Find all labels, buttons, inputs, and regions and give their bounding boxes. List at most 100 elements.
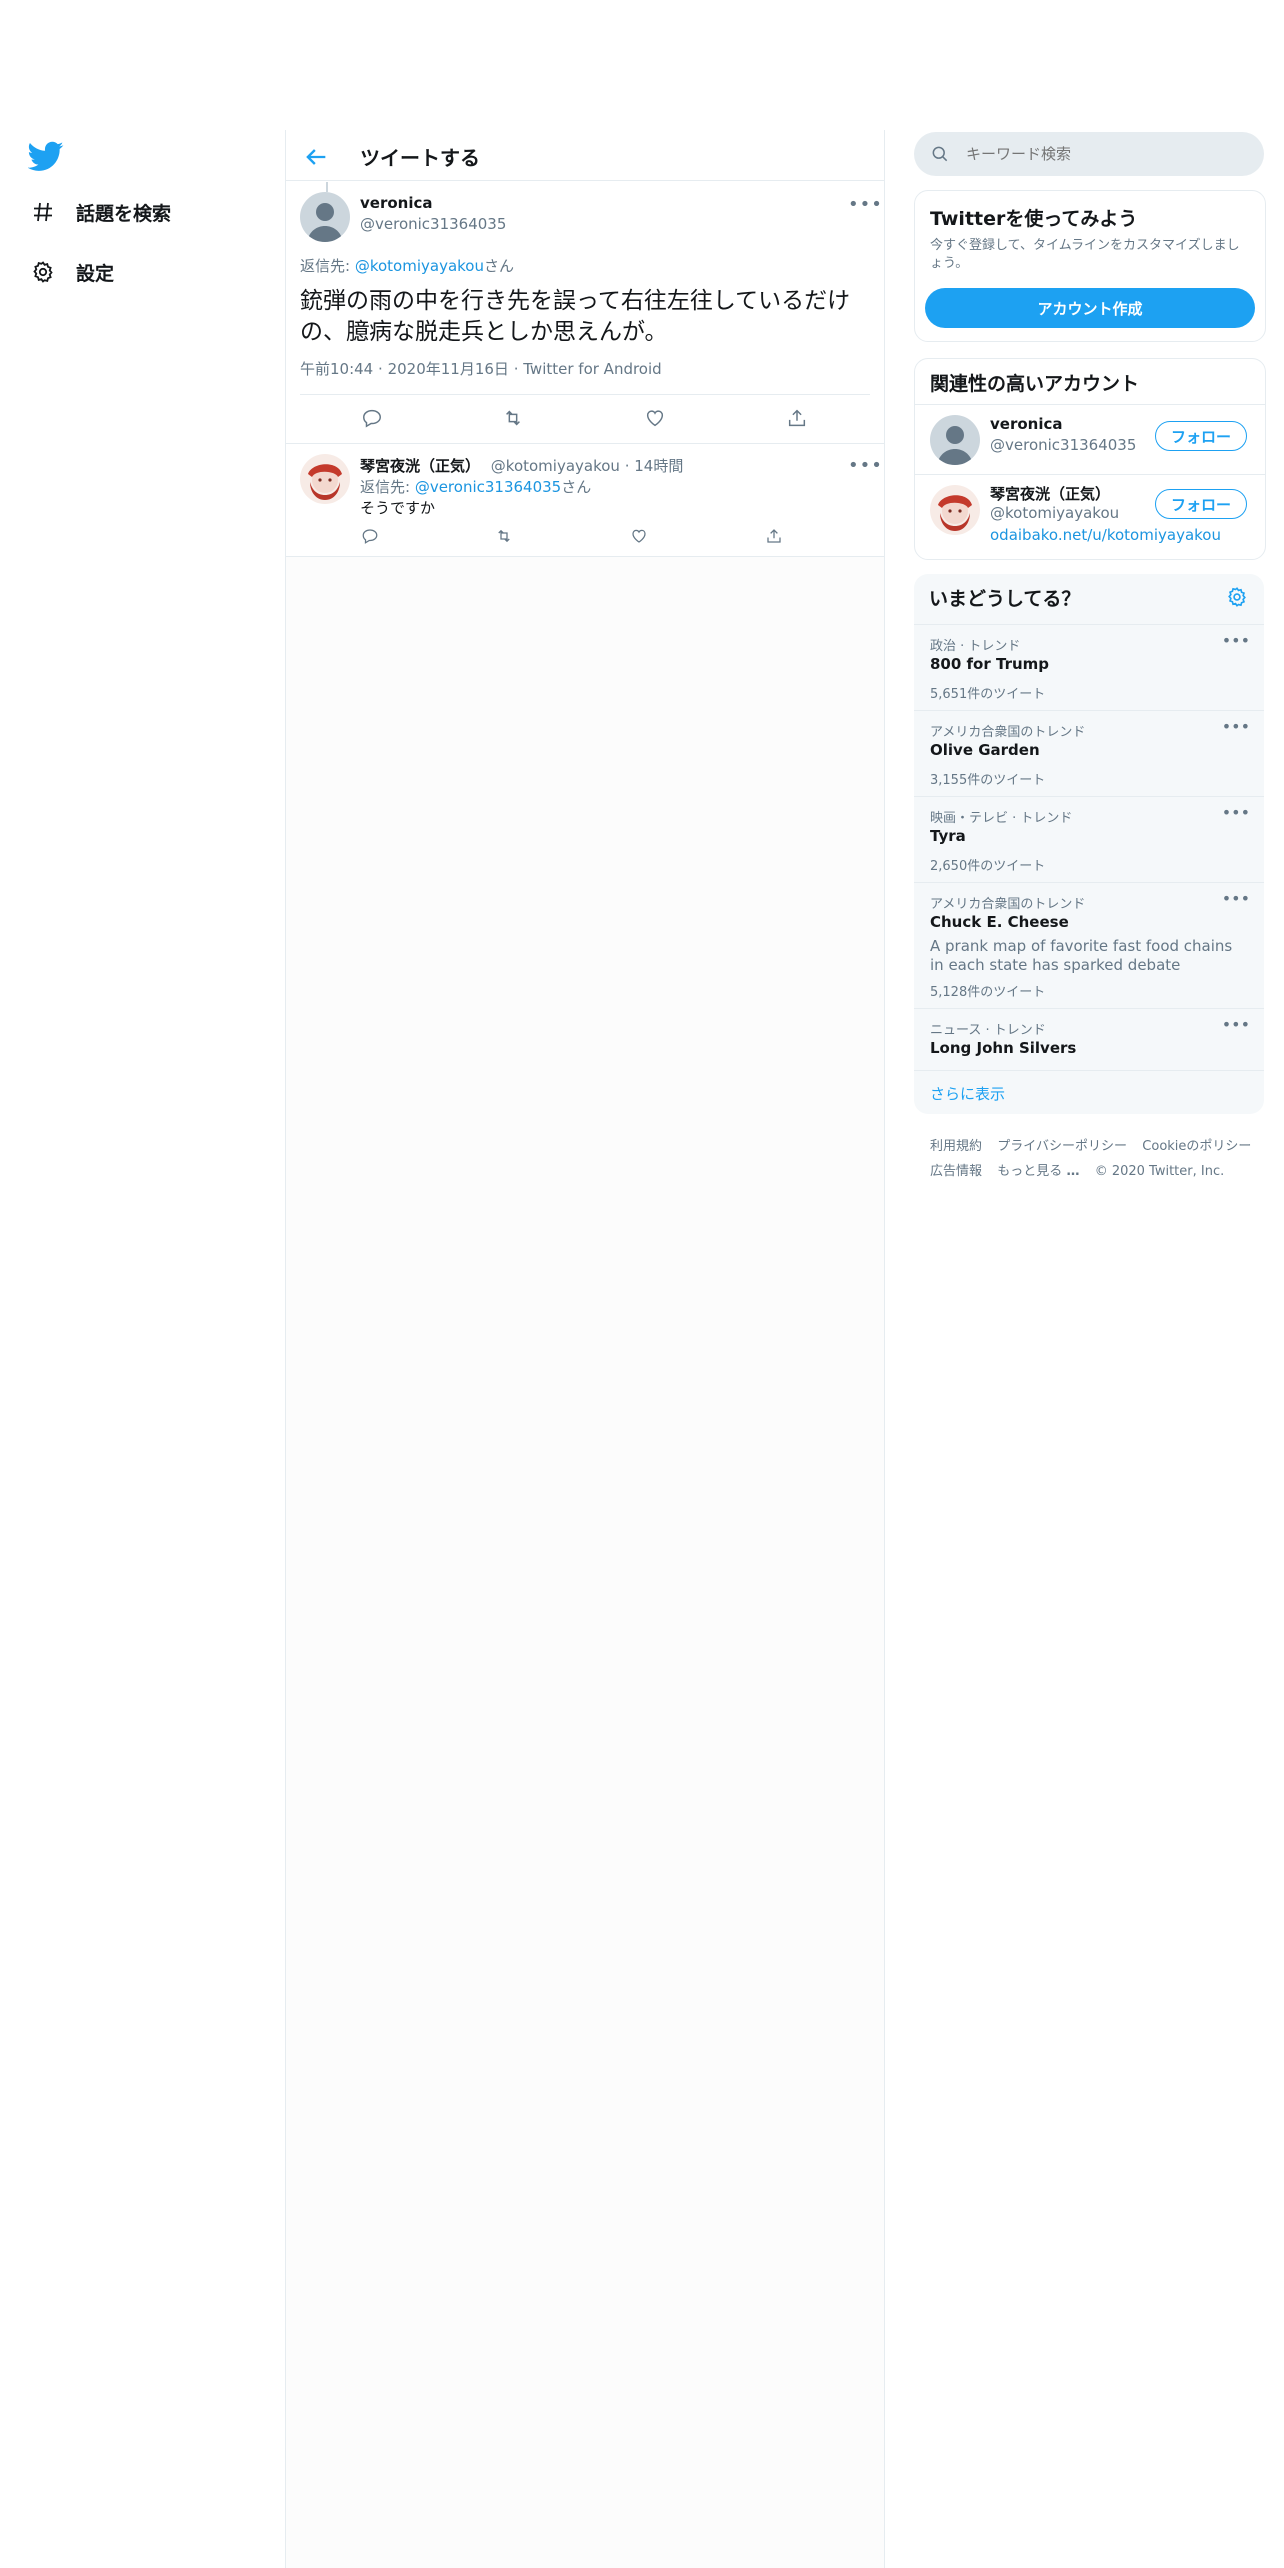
footer-privacy[interactable]: プライバシーポリシー (997, 1139, 1127, 1154)
follow-button[interactable]: フォロー (1155, 421, 1247, 451)
signup-button[interactable]: アカウント作成 (925, 288, 1255, 328)
like-icon[interactable] (625, 522, 653, 550)
account-name[interactable]: veronica (990, 415, 1063, 433)
gear-icon[interactable] (1226, 586, 1250, 610)
avatar[interactable] (300, 192, 350, 242)
tweet-source[interactable]: Twitter for Android (523, 360, 661, 378)
trend-item[interactable]: アメリカ合衆国のトレンド Olive Garden 3,155件のツイート ••… (914, 710, 1264, 797)
more-icon[interactable]: ••• (848, 455, 883, 476)
tweet-meta: 午前10:44 · 2020年11月16日 · Twitter for Andr… (300, 358, 662, 379)
nav-item-label: 話題を検索 (76, 202, 172, 225)
search-box[interactable] (914, 132, 1264, 176)
tweet-date[interactable]: 2020年11月16日 (388, 360, 509, 378)
more-icon[interactable]: ••• (1222, 631, 1250, 650)
footer-more[interactable]: もっと見る … (997, 1164, 1079, 1179)
more-icon[interactable]: ••• (1222, 889, 1250, 908)
footer-terms[interactable]: 利用規約 (930, 1139, 982, 1154)
nav-item-settings[interactable]: 設定 (28, 248, 114, 296)
signup-card: Twitterを使ってみよう 今すぐ登録して、タイムラインをカスタマイズしましょ… (914, 190, 1266, 342)
trend-name: 800 for Trump (930, 655, 1050, 673)
reply-prefix: 返信先: (360, 478, 415, 496)
trend-item[interactable]: アメリカ合衆国のトレンド Chuck E. Cheese A prank map… (914, 882, 1264, 1009)
author-handle[interactable]: @veronic31364035 (360, 215, 506, 233)
search-icon (930, 144, 950, 164)
trend-item[interactable]: 政治 · トレンド 800 for Trump 5,651件のツイート ••• (914, 624, 1264, 711)
divider (300, 394, 870, 395)
search-input[interactable] (964, 144, 1248, 164)
signup-desc: 今すぐ登録して、タイムラインをカスタマイズしましょう。 (930, 238, 1240, 271)
trend-count: 3,155件のツイート (930, 773, 1046, 788)
trend-description: A prank map of favorite fast food chains… (930, 937, 1233, 974)
gear-icon (28, 257, 58, 287)
follow-button[interactable]: フォロー (1155, 489, 1247, 519)
footer-more-dots: … (1066, 1164, 1080, 1179)
hashtag-icon (28, 197, 58, 227)
nav-item-explore[interactable]: 話題を検索 (28, 188, 171, 236)
retweet-icon[interactable] (499, 404, 527, 432)
account-row[interactable]: veronica @veronic31364035 フォロー (915, 405, 1265, 474)
trend-count: 5,651件のツイート (930, 687, 1046, 702)
retweet-icon[interactable] (490, 522, 518, 550)
reply-icon[interactable] (356, 522, 384, 550)
like-icon[interactable] (641, 404, 669, 432)
trend-category: 政治 · トレンド (930, 639, 1021, 654)
show-more-label: さらに表示 (930, 1085, 1006, 1103)
reply-to-link[interactable]: @kotomiyayakou (355, 257, 484, 275)
account-handle[interactable]: @veronic31364035 (990, 436, 1136, 454)
avatar[interactable] (930, 415, 980, 465)
reply-suffix: さん (483, 257, 514, 275)
more-icon[interactable]: ••• (1222, 717, 1250, 736)
twitter-bird-icon[interactable] (27, 138, 64, 174)
reply-header: 琴宮夜洸（正気） @kotomiyayakou · 14時間 (360, 455, 683, 476)
separator: · (624, 457, 635, 475)
column-divider (884, 130, 885, 2568)
tweet-time-ago[interactable]: 14時間 (634, 457, 683, 475)
reply-to-link[interactable]: @veronic31364035 (415, 478, 561, 496)
reply-icon[interactable] (358, 404, 386, 432)
trend-item[interactable]: 映画・テレビ · トレンド Tyra 2,650件のツイート ••• (914, 796, 1264, 883)
show-more-link[interactable]: さらに表示 (914, 1070, 1264, 1115)
footer-links: 利用規約 プライバシーポリシー Cookieのポリシー 広告情報 もっと見る …… (930, 1133, 1260, 1183)
separator: · (378, 360, 388, 378)
footer-ads[interactable]: 広告情報 (930, 1164, 982, 1179)
trends-title: いまどうしてる？ (929, 588, 1081, 610)
account-row[interactable]: 琴宮夜洸（正気） @kotomiyayakou odaibako.net/u/k… (915, 475, 1265, 559)
account-name[interactable]: 琴宮夜洸（正気） (990, 483, 1110, 504)
nav-item-label: 設定 (76, 262, 115, 285)
footer-more-label: もっと見る (997, 1164, 1063, 1179)
tweet-text: 銃弾の雨の中を行き先を誤って右往左往しているだけの、臆病な脱走兵としか思えんが。 (300, 288, 851, 345)
avatar[interactable] (930, 485, 980, 535)
thread-line (326, 182, 328, 192)
reply-prefix: 返信先: (300, 257, 355, 275)
signup-title: Twitterを使ってみよう (930, 208, 1138, 230)
trend-count: 5,128件のツイート (930, 985, 1046, 1000)
more-icon[interactable]: ••• (848, 194, 883, 215)
trend-category: アメリカ合衆国のトレンド (930, 897, 1086, 912)
tweet-time[interactable]: 午前10:44 (300, 360, 373, 378)
trend-category: アメリカ合衆国のトレンド (930, 725, 1086, 740)
trend-category: ニュース · トレンド (930, 1023, 1046, 1038)
footer-cookies[interactable]: Cookieのポリシー (1142, 1139, 1251, 1154)
more-icon[interactable]: ••• (1222, 803, 1250, 822)
author-name[interactable]: 琴宮夜洸（正気） (360, 457, 480, 475)
copyright: © 2020 Twitter, Inc. (1094, 1164, 1225, 1179)
avatar[interactable] (300, 454, 350, 504)
separator: · (513, 360, 524, 378)
author-handle[interactable]: @kotomiyayakou (491, 457, 620, 475)
reply-context: 返信先: @veronic31364035さん (360, 476, 591, 497)
more-icon[interactable]: ••• (1222, 1015, 1250, 1034)
account-url[interactable]: odaibako.net/u/kotomiyayakou (990, 526, 1221, 544)
back-arrow-icon[interactable] (302, 143, 330, 171)
author-name[interactable]: veronica (360, 194, 433, 212)
trends-card: いまどうしてる？ 政治 · トレンド 800 for Trump 5,651件の… (914, 574, 1264, 1114)
trend-name: Long John Silvers (930, 1039, 1077, 1057)
share-icon[interactable] (760, 522, 788, 550)
trend-name: Olive Garden (930, 741, 1040, 759)
page-title: ツイートする (360, 146, 480, 170)
trend-item[interactable]: ニュース · トレンド Long John Silvers ••• (914, 1008, 1264, 1071)
share-icon[interactable] (783, 404, 811, 432)
account-handle[interactable]: @kotomiyayakou (990, 504, 1119, 522)
related-title: 関連性の高いアカウント (930, 373, 1140, 395)
reply-context: 返信先: @kotomiyayakouさん (300, 255, 514, 276)
tweet-text: そうですか (360, 499, 436, 517)
